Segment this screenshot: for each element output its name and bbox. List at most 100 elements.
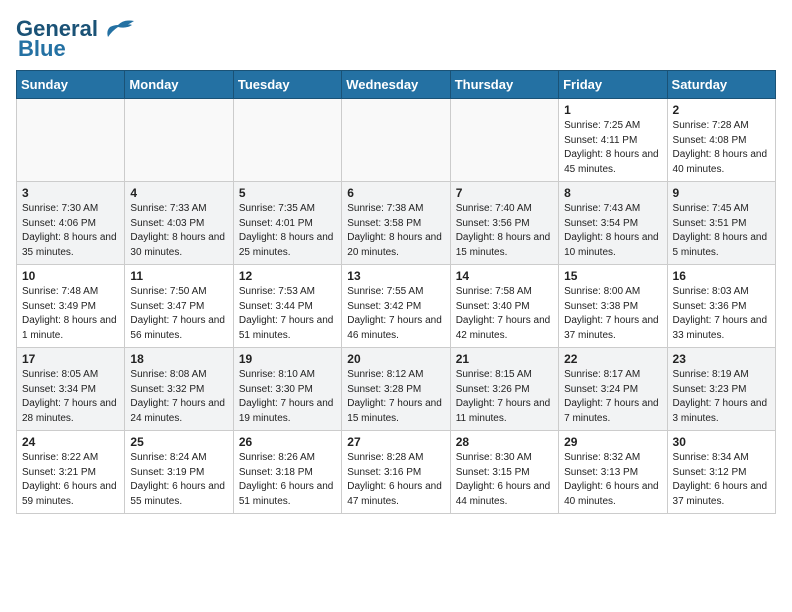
- day-info: Sunrise: 7:25 AM Sunset: 4:11 PM Dayligh…: [564, 119, 661, 177]
- logo-bird-icon: [100, 17, 136, 41]
- day-info: Sunrise: 8:12 AM Sunset: 3:28 PM Dayligh…: [347, 368, 444, 426]
- day-number: 8: [564, 186, 661, 200]
- calendar-cell: 12Sunrise: 7:53 AM Sunset: 3:44 PM Dayli…: [233, 265, 341, 348]
- day-number: 24: [22, 435, 119, 449]
- day-info: Sunrise: 7:33 AM Sunset: 4:03 PM Dayligh…: [130, 202, 227, 260]
- day-number: 10: [22, 269, 119, 283]
- calendar-cell: 6 Sunrise: 7:38 AM Sunset: 3:58 PM Daylig…: [342, 182, 450, 265]
- day-number: 22: [564, 352, 661, 366]
- day-info: Sunrise: 7:40 AM Sunset: 3:56 PM Dayligh…: [456, 202, 553, 260]
- calendar-cell: 13 Sunrise: 7:55 AM Sunset: 3:42 PM Dayli…: [342, 265, 450, 348]
- calendar-cell: 24Sunrise: 8:22 AM Sunset: 3:21 PM Dayli…: [17, 431, 125, 514]
- page-header: General Blue: [16, 16, 776, 62]
- header-thursday: Thursday: [450, 71, 558, 99]
- day-number: 19: [239, 352, 336, 366]
- calendar-cell: 4 Sunrise: 7:33 AM Sunset: 4:03 PM Daylig…: [125, 182, 233, 265]
- day-number: 21: [456, 352, 553, 366]
- calendar-cell: 18 Sunrise: 8:08 AM Sunset: 3:32 PM Dayli…: [125, 348, 233, 431]
- calendar-cell: 21 Sunrise: 8:15 AM Sunset: 3:26 PM Dayli…: [450, 348, 558, 431]
- day-number: 5: [239, 186, 336, 200]
- calendar-cell: 28Sunrise: 8:30 AM Sunset: 3:15 PM Dayli…: [450, 431, 558, 514]
- calendar-table: SundayMondayTuesdayWednesdayThursdayFrid…: [16, 70, 776, 514]
- calendar-cell: 25 Sunrise: 8:24 AM Sunset: 3:19 PM Dayli…: [125, 431, 233, 514]
- day-info: Sunrise: 8:28 AM Sunset: 3:16 PM Dayligh…: [347, 451, 444, 509]
- calendar-cell: 9 Sunrise: 7:45 AM Sunset: 3:51 PM Daylig…: [667, 182, 775, 265]
- day-number: 4: [130, 186, 227, 200]
- day-number: 29: [564, 435, 661, 449]
- calendar-cell: 29 Sunrise: 8:32 AM Sunset: 3:13 PM Dayli…: [559, 431, 667, 514]
- day-info: Sunrise: 7:35 AM Sunset: 4:01 PM Dayligh…: [239, 202, 336, 260]
- day-info: Sunrise: 8:19 AM Sunset: 3:23 PM Dayligh…: [673, 368, 770, 426]
- day-info: Sunrise: 7:38 AM Sunset: 3:58 PM Dayligh…: [347, 202, 444, 260]
- day-number: 2: [673, 103, 770, 117]
- day-info: Sunrise: 8:32 AM Sunset: 3:13 PM Dayligh…: [564, 451, 661, 509]
- day-number: 26: [239, 435, 336, 449]
- calendar-cell: [450, 99, 558, 182]
- day-number: 20: [347, 352, 444, 366]
- calendar-cell: 11Sunrise: 7:50 AM Sunset: 3:47 PM Dayli…: [125, 265, 233, 348]
- calendar-cell: [342, 99, 450, 182]
- day-info: Sunrise: 8:15 AM Sunset: 3:26 PM Dayligh…: [456, 368, 553, 426]
- day-info: Sunrise: 7:43 AM Sunset: 3:54 PM Dayligh…: [564, 202, 661, 260]
- day-number: 15: [564, 269, 661, 283]
- calendar-cell: 15 Sunrise: 8:00 AM Sunset: 3:38 PM Dayli…: [559, 265, 667, 348]
- header-friday: Friday: [559, 71, 667, 99]
- calendar-cell: 20 Sunrise: 8:12 AM Sunset: 3:28 PM Dayli…: [342, 348, 450, 431]
- calendar-week-row: 24Sunrise: 8:22 AM Sunset: 3:21 PM Dayli…: [17, 431, 776, 514]
- day-info: Sunrise: 7:55 AM Sunset: 3:42 PM Dayligh…: [347, 285, 444, 343]
- calendar-cell: 23 Sunrise: 8:19 AM Sunset: 3:23 PM Dayli…: [667, 348, 775, 431]
- calendar-cell: 14 Sunrise: 7:58 AM Sunset: 3:40 PM Dayli…: [450, 265, 558, 348]
- header-tuesday: Tuesday: [233, 71, 341, 99]
- calendar-cell: 19 Sunrise: 8:10 AM Sunset: 3:30 PM Dayli…: [233, 348, 341, 431]
- calendar-cell: [125, 99, 233, 182]
- calendar-cell: [17, 99, 125, 182]
- day-info: Sunrise: 7:28 AM Sunset: 4:08 PM Dayligh…: [673, 119, 770, 177]
- calendar-cell: 26 Sunrise: 8:26 AM Sunset: 3:18 PM Dayli…: [233, 431, 341, 514]
- calendar-cell: 8 Sunrise: 7:43 AM Sunset: 3:54 PM Daylig…: [559, 182, 667, 265]
- day-number: 17: [22, 352, 119, 366]
- header-monday: Monday: [125, 71, 233, 99]
- day-info: Sunrise: 7:58 AM Sunset: 3:40 PM Dayligh…: [456, 285, 553, 343]
- day-info: Sunrise: 8:26 AM Sunset: 3:18 PM Dayligh…: [239, 451, 336, 509]
- day-info: Sunrise: 8:17 AM Sunset: 3:24 PM Dayligh…: [564, 368, 661, 426]
- calendar-week-row: 10 Sunrise: 7:48 AM Sunset: 3:49 PM Dayli…: [17, 265, 776, 348]
- calendar-cell: 5 Sunrise: 7:35 AM Sunset: 4:01 PM Daylig…: [233, 182, 341, 265]
- calendar-week-row: 17Sunrise: 8:05 AM Sunset: 3:34 PM Dayli…: [17, 348, 776, 431]
- day-number: 7: [456, 186, 553, 200]
- day-number: 14: [456, 269, 553, 283]
- day-info: Sunrise: 8:08 AM Sunset: 3:32 PM Dayligh…: [130, 368, 227, 426]
- header-sunday: Sunday: [17, 71, 125, 99]
- day-info: Sunrise: 7:45 AM Sunset: 3:51 PM Dayligh…: [673, 202, 770, 260]
- header-wednesday: Wednesday: [342, 71, 450, 99]
- calendar-cell: 1 Sunrise: 7:25 AM Sunset: 4:11 PM Daylig…: [559, 99, 667, 182]
- day-info: Sunrise: 8:30 AM Sunset: 3:15 PM Dayligh…: [456, 451, 553, 509]
- day-number: 1: [564, 103, 661, 117]
- calendar-cell: [233, 99, 341, 182]
- day-number: 25: [130, 435, 227, 449]
- day-number: 23: [673, 352, 770, 366]
- day-info: Sunrise: 7:48 AM Sunset: 3:49 PM Dayligh…: [22, 285, 119, 343]
- day-number: 6: [347, 186, 444, 200]
- calendar-cell: 7 Sunrise: 7:40 AM Sunset: 3:56 PM Daylig…: [450, 182, 558, 265]
- day-number: 18: [130, 352, 227, 366]
- calendar-cell: 22 Sunrise: 8:17 AM Sunset: 3:24 PM Dayli…: [559, 348, 667, 431]
- day-number: 9: [673, 186, 770, 200]
- calendar-cell: 10 Sunrise: 7:48 AM Sunset: 3:49 PM Dayli…: [17, 265, 125, 348]
- day-number: 30: [673, 435, 770, 449]
- header-saturday: Saturday: [667, 71, 775, 99]
- logo: General Blue: [16, 16, 136, 62]
- day-info: Sunrise: 8:34 AM Sunset: 3:12 PM Dayligh…: [673, 451, 770, 509]
- day-info: Sunrise: 8:00 AM Sunset: 3:38 PM Dayligh…: [564, 285, 661, 343]
- day-info: Sunrise: 7:30 AM Sunset: 4:06 PM Dayligh…: [22, 202, 119, 260]
- day-number: 13: [347, 269, 444, 283]
- day-number: 16: [673, 269, 770, 283]
- day-number: 27: [347, 435, 444, 449]
- day-info: Sunrise: 8:24 AM Sunset: 3:19 PM Dayligh…: [130, 451, 227, 509]
- day-number: 11: [130, 269, 227, 283]
- calendar-cell: 30 Sunrise: 8:34 AM Sunset: 3:12 PM Dayli…: [667, 431, 775, 514]
- calendar-week-row: 3Sunrise: 7:30 AM Sunset: 4:06 PM Daylig…: [17, 182, 776, 265]
- calendar-cell: 17Sunrise: 8:05 AM Sunset: 3:34 PM Dayli…: [17, 348, 125, 431]
- calendar-week-row: 1 Sunrise: 7:25 AM Sunset: 4:11 PM Daylig…: [17, 99, 776, 182]
- day-info: Sunrise: 8:03 AM Sunset: 3:36 PM Dayligh…: [673, 285, 770, 343]
- day-info: Sunrise: 8:10 AM Sunset: 3:30 PM Dayligh…: [239, 368, 336, 426]
